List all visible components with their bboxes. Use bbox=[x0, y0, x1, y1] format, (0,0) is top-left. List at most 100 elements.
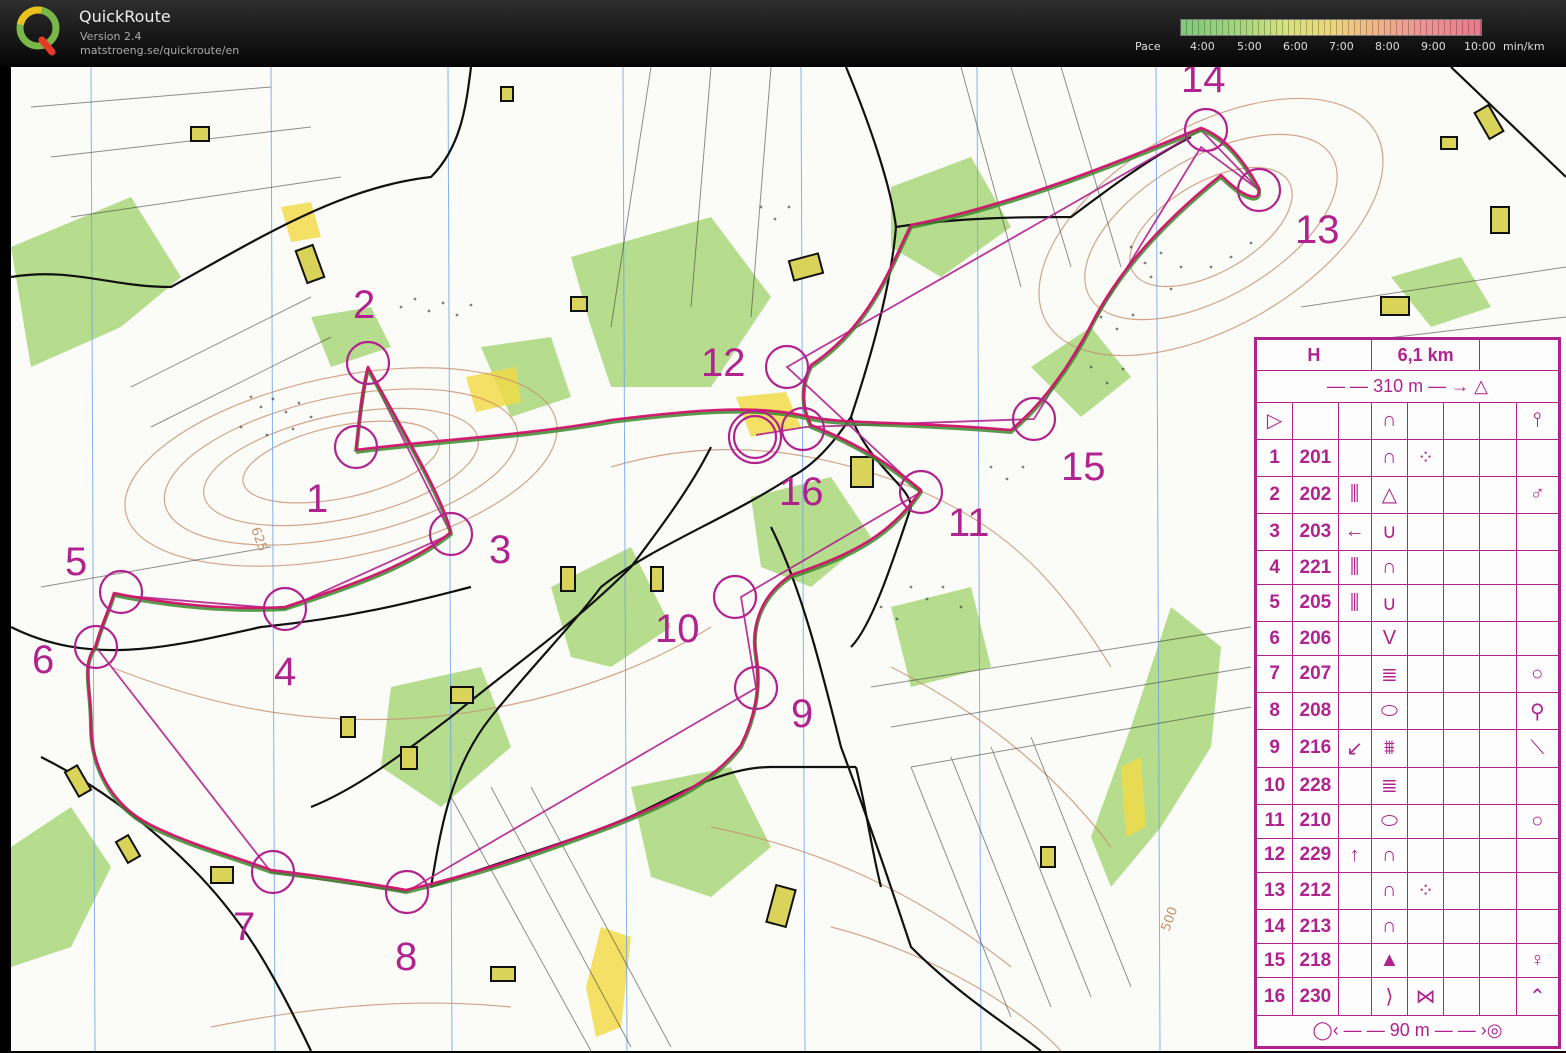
direction-symbol-cell bbox=[1337, 621, 1372, 657]
feature-symbol-cell: ∩ bbox=[1370, 438, 1408, 477]
control-number: 15 bbox=[1061, 445, 1106, 489]
location-symbol-cell: ♀ bbox=[1515, 943, 1560, 979]
pace-scale-ticks bbox=[1180, 20, 1482, 35]
feature-symbol-cell: ⩩ bbox=[1370, 729, 1408, 768]
orienteering-map[interactable]: 625 500 1 2 3 4 5 6 7 8 9 10 11 12 13 14… bbox=[11, 67, 1566, 1051]
control-number-cell: 14 bbox=[1255, 908, 1294, 945]
description-row: 14 213 ∩ bbox=[1255, 908, 1560, 945]
feature-symbol-cell: △ bbox=[1370, 475, 1408, 514]
control-code-cell: 213 bbox=[1292, 908, 1339, 945]
feature-symbol-cell: ≣ bbox=[1370, 655, 1408, 694]
description-row: 7 207 ≣ ○ bbox=[1255, 655, 1560, 694]
dimension-cell bbox=[1443, 803, 1481, 839]
description-row: 2 202 ⫼ △ ♂ bbox=[1255, 475, 1560, 514]
control-number-cell: 12 bbox=[1255, 837, 1294, 873]
app-url[interactable]: matstroeng.se/quickroute/en bbox=[80, 44, 239, 57]
location-symbol-cell: ⚲ bbox=[1515, 692, 1560, 731]
app-version: Version 2.4 bbox=[80, 30, 142, 43]
description-row: 16 230 ⟩ ⋈ ⌃ bbox=[1255, 977, 1560, 1016]
control-number: 12 bbox=[701, 341, 746, 385]
combination-cell bbox=[1479, 692, 1517, 731]
description-row: 8 208 ⬭ ⚲ bbox=[1255, 692, 1560, 731]
direction-symbol-cell bbox=[1337, 766, 1372, 805]
pace-tick-label: 7:00 bbox=[1329, 40, 1354, 53]
combination-cell bbox=[1479, 871, 1517, 911]
feature-symbol-cell: ∪ bbox=[1370, 584, 1408, 623]
finish-route: ◯‹ — — 90 m — — ›◎ bbox=[1256, 1014, 1559, 1048]
appearance-symbol-cell bbox=[1406, 584, 1445, 623]
feature-icon: ⫯ bbox=[1515, 401, 1560, 440]
control-number: 9 bbox=[791, 692, 814, 736]
pace-tick-label: 10:00 bbox=[1464, 40, 1496, 53]
location-symbol-cell: ○ bbox=[1515, 655, 1560, 694]
description-row: 4 221 ⫼ ∩ bbox=[1255, 549, 1560, 586]
location-symbol-cell: ○ bbox=[1515, 803, 1560, 839]
feature-symbol-cell: ∩ bbox=[1370, 549, 1408, 586]
description-row: 15 218 ▲ ♀ bbox=[1255, 943, 1560, 979]
dimension-cell bbox=[1443, 977, 1481, 1016]
combination-cell bbox=[1479, 766, 1517, 805]
appearance-symbol-cell bbox=[1406, 729, 1445, 768]
direction-symbol-cell bbox=[1337, 438, 1372, 477]
control-number-cell: 10 bbox=[1255, 766, 1294, 805]
location-symbol-cell bbox=[1515, 766, 1560, 805]
combination-cell bbox=[1479, 438, 1517, 477]
pace-label: Pace bbox=[1135, 40, 1161, 53]
direction-symbol-cell bbox=[1337, 692, 1372, 731]
start-triangle-icon: ▷ bbox=[1255, 401, 1294, 440]
control-code-cell: 230 bbox=[1292, 977, 1339, 1016]
control-number: 13 bbox=[1295, 208, 1340, 252]
control-number-cell: 13 bbox=[1255, 871, 1294, 911]
description-row: 10 228 ≣ bbox=[1255, 766, 1560, 805]
control-description-sheet: H 6,1 km — — 310 m — → △ ▷ ∩ ⫯ 1 201 ∩ ⁘ 2 20… bbox=[1254, 337, 1561, 1049]
control-number: 2 bbox=[353, 283, 376, 327]
feature-symbol-cell: ⟩ bbox=[1370, 977, 1408, 1016]
control-number-cell: 3 bbox=[1255, 512, 1294, 551]
location-symbol-cell: ♂ bbox=[1515, 475, 1560, 514]
app-title: QuickRoute bbox=[79, 7, 171, 26]
direction-symbol-cell bbox=[1337, 655, 1372, 694]
dimension-cell bbox=[1443, 655, 1481, 694]
combination-cell bbox=[1479, 837, 1517, 873]
description-row: 3 203 ← ∪ bbox=[1255, 512, 1560, 551]
control-number: 6 bbox=[32, 638, 55, 682]
feature-symbol-cell: ⬭ bbox=[1370, 803, 1408, 839]
control-number: 7 bbox=[233, 905, 256, 949]
feature-symbol-cell: ∪ bbox=[1370, 512, 1408, 551]
dimension-cell bbox=[1443, 837, 1481, 873]
control-code-cell: 205 bbox=[1292, 584, 1339, 623]
control-number-cell: 16 bbox=[1255, 977, 1294, 1016]
control-code-cell: 216 bbox=[1292, 729, 1339, 768]
control-number: 1 bbox=[306, 477, 329, 521]
control-code-cell: 201 bbox=[1292, 438, 1339, 477]
appearance-symbol-cell: ⋈ bbox=[1406, 977, 1445, 1016]
pace-tick-label: 4:00 bbox=[1190, 40, 1215, 53]
appearance-symbol-cell: ⁘ bbox=[1406, 871, 1445, 911]
control-code-cell: 218 bbox=[1292, 943, 1339, 979]
feature-symbol-cell: ∩ bbox=[1370, 871, 1408, 911]
direction-symbol-cell bbox=[1337, 977, 1372, 1016]
feature-symbol-cell: ▲ bbox=[1370, 943, 1408, 979]
location-symbol-cell bbox=[1515, 621, 1560, 657]
control-number: 14 bbox=[1181, 67, 1226, 101]
control-number-cell: 8 bbox=[1255, 692, 1294, 731]
dimension-cell bbox=[1443, 943, 1481, 979]
description-row: 5 205 ⫼ ∪ bbox=[1255, 584, 1560, 623]
dimension-cell bbox=[1443, 908, 1481, 945]
location-symbol-cell bbox=[1515, 549, 1560, 586]
pace-unit-label: min/km bbox=[1503, 40, 1545, 53]
dimension-cell bbox=[1443, 766, 1481, 805]
finish-distance: 90 m bbox=[1389, 1020, 1430, 1041]
start-distance: 310 m bbox=[1373, 376, 1424, 397]
control-number-cell: 1 bbox=[1255, 438, 1294, 477]
control-number-cell: 6 bbox=[1255, 621, 1294, 657]
control-number-cell: 9 bbox=[1255, 729, 1294, 768]
control-number: 4 bbox=[274, 650, 297, 694]
appearance-symbol-cell bbox=[1406, 621, 1445, 657]
control-number: 3 bbox=[489, 528, 512, 572]
description-row: 11 210 ⬭ ○ bbox=[1255, 803, 1560, 839]
control-number-cell: 7 bbox=[1255, 655, 1294, 694]
knoll-icon: ∩ bbox=[1370, 401, 1408, 440]
dimension-cell bbox=[1443, 512, 1481, 551]
direction-symbol-cell bbox=[1337, 943, 1372, 979]
